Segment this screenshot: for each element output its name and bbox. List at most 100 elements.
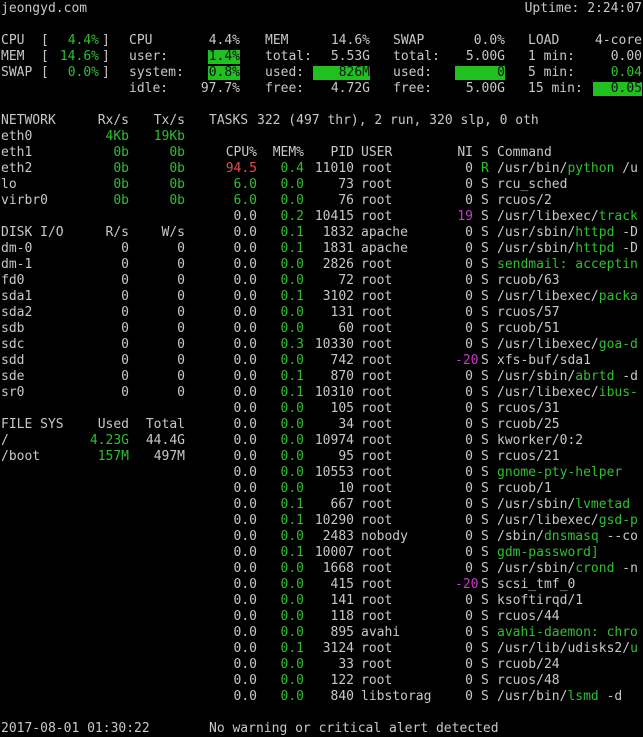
process-user: root: [361, 449, 393, 464]
network-row-tx: 0b: [169, 177, 185, 192]
process-command: rcu_sched: [497, 177, 643, 193]
col-header-command[interactable]: Command: [497, 145, 552, 161]
process-cpu: 0.0: [233, 353, 257, 368]
disk-row-name: sda1: [1, 289, 33, 304]
process-cpu: 0.0: [233, 433, 257, 448]
process-user: root: [361, 337, 393, 352]
col-header-cpu[interactable]: CPU%: [215, 145, 257, 161]
process-nice: 0: [465, 161, 473, 176]
process-cpu: 0.0: [233, 593, 257, 608]
process-cpu: 0.0: [233, 401, 257, 416]
process-nice: 0: [465, 321, 473, 336]
process-state: S: [481, 241, 489, 256]
process-pid: 840: [330, 689, 354, 704]
command-bin: /usr/sbin/: [497, 497, 576, 512]
load-1min-label: 1 min:: [528, 49, 575, 64]
process-nice: 0: [465, 545, 473, 560]
cpu-system-label: system:: [129, 65, 184, 80]
alert-status: No warning or critical alert detected: [209, 721, 499, 736]
process-command: gdm-password]: [497, 545, 643, 561]
command-bin: /usr/sbin/: [497, 225, 576, 240]
col-header-user[interactable]: USER: [361, 145, 392, 161]
process-cpu: 0.0: [233, 561, 257, 576]
process-nice: 0: [465, 177, 473, 192]
process-state: S: [481, 673, 489, 688]
process-user: root: [361, 577, 393, 592]
swap-free-label: free:: [393, 81, 433, 96]
process-nice: 0: [465, 225, 473, 240]
command-bin: /usr/libexec/: [497, 337, 599, 352]
process-mem: 0.1: [280, 369, 304, 384]
process-mem: 0.0: [280, 305, 304, 320]
process-pid: 141: [330, 593, 354, 608]
network-header: NETWORK: [1, 113, 56, 128]
process-state: S: [481, 561, 489, 576]
process-mem: 0.0: [280, 561, 304, 576]
process-nice: 0: [465, 465, 473, 480]
disk-row-name: sdb: [1, 321, 25, 336]
process-command: rcuob/25: [497, 417, 643, 433]
process-mem: 0.0: [280, 177, 304, 192]
process-user: root: [361, 305, 393, 320]
process-state: S: [481, 369, 489, 384]
process-command: rcuos/57: [497, 305, 643, 321]
process-user: root: [361, 161, 393, 176]
process-pid: 95: [338, 449, 354, 464]
cpu-user-value: 1.4%: [208, 49, 240, 64]
command-bin: /usr/sbin/: [497, 369, 576, 384]
mem-total-value: 5.53G: [330, 49, 370, 64]
mem-total-label: total:: [265, 49, 312, 64]
process-pid: 895: [330, 625, 354, 640]
process-nice: -20: [455, 353, 479, 368]
disk-row-name: dm-0: [1, 241, 33, 256]
process-command: /usr/libexec/ibus-: [497, 385, 643, 401]
footer-datetime: 2017-08-01 01:30:22: [1, 721, 150, 736]
command-rest: rcu_sched: [497, 177, 568, 192]
process-command: sendmail: acceptin: [497, 257, 643, 273]
process-user: root: [361, 369, 393, 384]
process-user: libstorag: [361, 689, 432, 704]
col-header-pid[interactable]: PID: [308, 145, 354, 161]
process-cpu: 0.0: [233, 337, 257, 352]
col-header-mem[interactable]: MEM%: [262, 145, 304, 161]
process-cpu: 0.0: [233, 449, 257, 464]
process-cpu: 0.0: [233, 641, 257, 656]
quick-cpu-label: CPU: [1, 33, 25, 48]
command-name: avahi-daemon: chro: [497, 625, 638, 640]
process-pid: 3102: [322, 289, 354, 304]
process-command: ksoftirqd/1: [497, 593, 643, 609]
command-rest: rcuob/63: [497, 273, 560, 288]
process-nice: 0: [465, 561, 473, 576]
swap-used-value: 0: [497, 65, 505, 80]
command-name: packa: [598, 289, 638, 304]
command-rest: rcuob/1: [497, 481, 552, 496]
quick-bracket: [: [41, 65, 49, 80]
fs-row-name: /boot: [1, 449, 41, 464]
command-bin: /usr/libexec/: [497, 289, 599, 304]
mem-free-value: 4.72G: [330, 81, 370, 96]
process-state: S: [481, 513, 489, 528]
process-cpu: 0.0: [233, 497, 257, 512]
process-nice: 0: [465, 689, 473, 704]
process-user: root: [361, 673, 393, 688]
command-bin: /sbin/: [497, 529, 544, 544]
col-header-state[interactable]: S: [481, 145, 489, 161]
command-rest: rcuos/21: [497, 449, 560, 464]
process-cpu: 0.0: [233, 273, 257, 288]
process-pid: 10415: [314, 209, 354, 224]
process-mem: 0.0: [280, 433, 304, 448]
process-state: S: [481, 193, 489, 208]
swap-title: SWAP: [393, 33, 425, 48]
process-mem: 0.0: [280, 609, 304, 624]
cpu-title: CPU: [129, 33, 153, 48]
process-pid: 72: [338, 273, 354, 288]
col-header-ni[interactable]: NI: [455, 145, 473, 161]
process-pid: 33: [338, 657, 354, 672]
command-name: python: [567, 161, 615, 176]
process-state: S: [481, 625, 489, 640]
process-nice: 0: [465, 513, 473, 528]
network-row-rx: 0b: [113, 177, 129, 192]
process-user: root: [361, 289, 393, 304]
mem-free-label: free:: [265, 81, 305, 96]
network-row-rx: 4Kb: [105, 129, 129, 144]
